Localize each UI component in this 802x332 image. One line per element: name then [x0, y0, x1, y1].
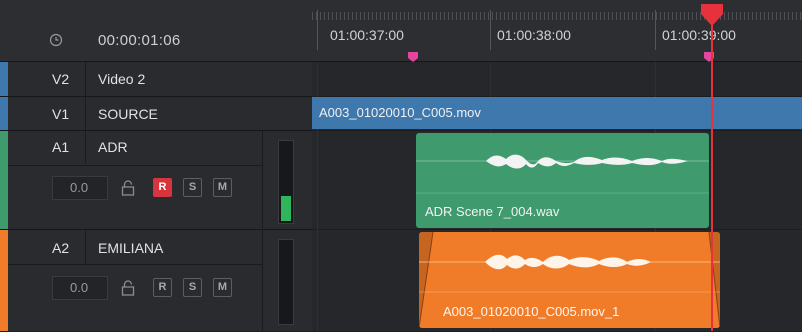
timeline-editor: 00:00:01:06 V2 Video 2 V1 SOURCE A1 ADR … [0, 0, 802, 331]
track-name[interactable]: EMILIANA [98, 240, 163, 256]
ruler-major-tick [317, 10, 318, 50]
track-controls: 0.0 R S M [8, 165, 262, 231]
playhead-handle-icon[interactable] [701, 4, 723, 26]
lock-icon[interactable] [121, 279, 135, 297]
audio-level-meter [278, 239, 294, 325]
meter-fill [281, 196, 291, 221]
timecode-bar: 00:00:01:06 [0, 0, 312, 62]
playhead-line[interactable] [711, 8, 713, 331]
record-arm-button[interactable]: R [153, 178, 172, 197]
divider [85, 62, 86, 96]
audio-clip-a1[interactable]: ADR Scene 7_004.wav [416, 133, 709, 228]
ruler-minor-ticks [312, 12, 802, 20]
ruler-timecode-label: 01:00:39:00 [662, 27, 736, 43]
track-color-stripe [0, 97, 8, 130]
current-timecode[interactable]: 00:00:01:06 [98, 32, 181, 49]
time-ruler[interactable]: 01:00:37:00 01:00:38:00 01:00:39:00 [312, 0, 802, 62]
ruler-timecode-label: 01:00:38:00 [497, 27, 571, 43]
track-lane-v2[interactable] [312, 62, 802, 97]
ruler-major-tick [490, 10, 491, 50]
solo-button[interactable]: S [183, 178, 202, 197]
track-name[interactable]: SOURCE [98, 106, 158, 122]
clip-name: A003_01020010_C005.mov_1 [443, 304, 620, 319]
timeline-marker-icon[interactable] [408, 52, 418, 62]
clip-name: A003_01020010_C005.mov [319, 105, 481, 120]
track-color-stripe [0, 131, 8, 229]
volume-field[interactable]: 0.0 [52, 276, 108, 300]
track-header-a2[interactable]: A2 EMILIANA 0.0 R S M [0, 230, 312, 331]
track-id: A2 [52, 240, 70, 256]
track-header-v2[interactable]: V2 Video 2 [0, 62, 312, 97]
track-id: V1 [52, 106, 70, 122]
mute-button[interactable]: M [213, 278, 232, 297]
track-header-v1[interactable]: V1 SOURCE [0, 97, 312, 131]
volume-field[interactable]: 0.0 [52, 176, 108, 200]
timeline-area[interactable]: 01:00:37:00 01:00:38:00 01:00:39:00 A003… [312, 0, 802, 331]
record-arm-button[interactable]: R [153, 278, 172, 297]
clip-name: ADR Scene 7_004.wav [425, 204, 560, 219]
solo-button[interactable]: S [183, 278, 202, 297]
clock-icon [49, 33, 63, 47]
mute-button[interactable]: M [213, 178, 232, 197]
track-color-stripe [0, 230, 8, 331]
audio-level-meter [278, 140, 294, 224]
divider [85, 131, 86, 164]
lock-icon[interactable] [121, 179, 135, 197]
divider [85, 97, 86, 130]
track-color-stripe [0, 62, 8, 96]
audio-clip-a2[interactable]: A003_01020010_C005.mov_1 [419, 232, 720, 328]
divider [85, 230, 86, 264]
track-name[interactable]: Video 2 [98, 71, 145, 87]
video-clip[interactable]: A003_01020010_C005.mov [312, 97, 802, 129]
track-controls: 0.0 R S M [8, 264, 262, 332]
track-id: A1 [52, 139, 70, 155]
track-header-panel: 00:00:01:06 V2 Video 2 V1 SOURCE A1 ADR … [0, 0, 312, 331]
track-name[interactable]: ADR [98, 139, 128, 155]
ruler-major-tick [655, 10, 656, 50]
ruler-timecode-label: 01:00:37:00 [330, 27, 404, 43]
track-id: V2 [52, 71, 70, 87]
track-header-a1[interactable]: A1 ADR 0.0 R S M [0, 131, 312, 230]
